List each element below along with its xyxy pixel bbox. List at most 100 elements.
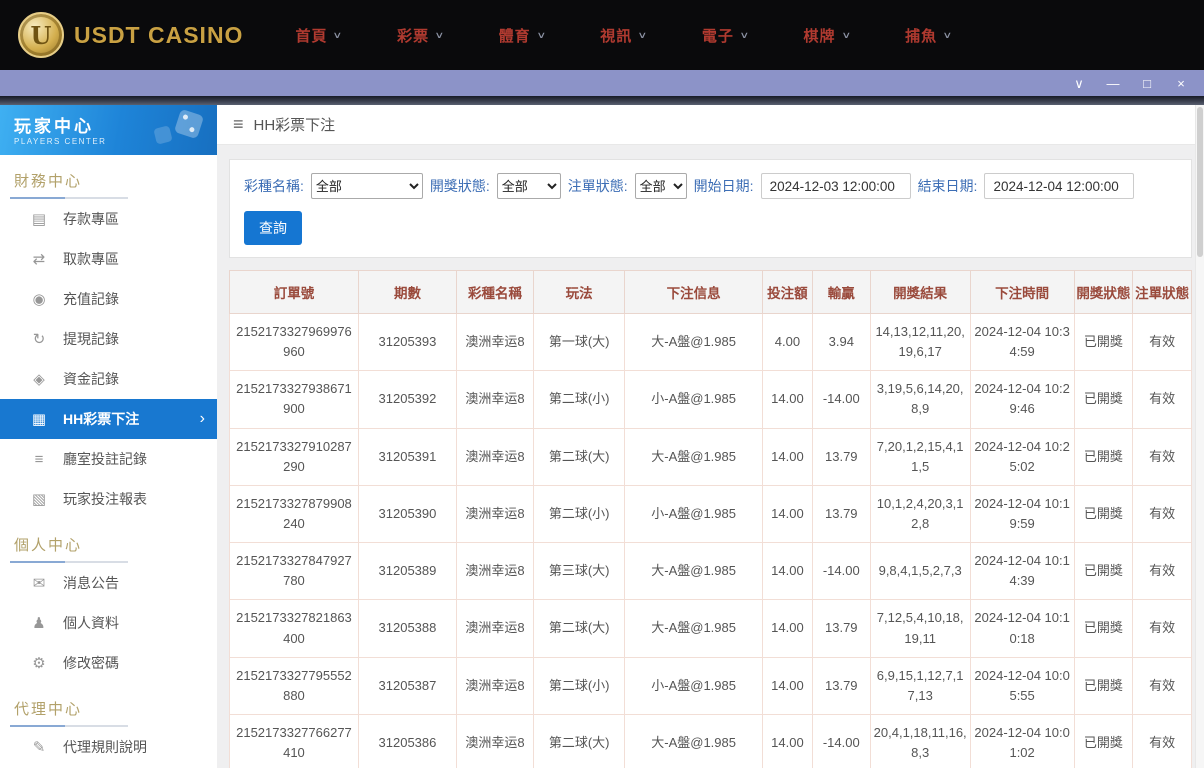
table-cell: 7,20,1,2,15,4,11,5	[869, 427, 971, 486]
start-date-input[interactable]	[760, 173, 911, 199]
sidebar-item[interactable]: ✎ 代理規則說明	[0, 727, 217, 767]
page-title: HH彩票下注	[253, 117, 336, 134]
scrollbar-thumb[interactable]	[1197, 107, 1203, 257]
table-cell: 第二球(小)	[532, 656, 626, 715]
logo-letter: U	[30, 20, 52, 50]
lottery-name-select[interactable]: 全部	[310, 173, 423, 199]
table-cell: 10,1,2,4,20,3,12,8	[869, 484, 971, 544]
close-icon[interactable]: ×	[1174, 77, 1188, 90]
titlebar-controls: ∨ — □ ×	[1072, 77, 1188, 90]
nav-item-5[interactable]: 電子 ∨	[701, 25, 750, 46]
table-cell: 有效	[1132, 427, 1192, 486]
draw-status-label: 開獎狀態:	[429, 178, 490, 194]
table-cell: 14.00	[761, 656, 813, 715]
table-cell: 14.00	[761, 427, 813, 486]
titlebar: ∨ — □ ×	[0, 70, 1204, 96]
table-cell: 14.00	[761, 599, 813, 658]
draw-status-select[interactable]: 全部	[496, 173, 561, 199]
lottery-bet-icon: ▦	[31, 411, 47, 428]
sidebar-item-label: HH彩票下注	[63, 411, 140, 427]
table-cell: 第二球(小)	[532, 370, 626, 429]
sidebar-item-label: 資金記錄	[63, 371, 119, 387]
sidebar-item-label: 個人資料	[63, 615, 119, 631]
sidebar-item[interactable]: ▦ HH彩票下注 ›	[0, 399, 217, 439]
nav-item-3[interactable]: 體育 ∨	[499, 25, 546, 46]
order-status-select[interactable]: 全部	[634, 173, 687, 199]
table-cell: 第二球(大)	[532, 427, 626, 486]
nav-item-1[interactable]: 首頁 ∨	[295, 25, 342, 46]
bets-table-panel: 訂單號 期數 彩種名稱 玩法 下注信息 投注額 輸贏 開獎結果 下注時間 開獎狀態 注單狀態 215…	[229, 270, 1192, 768]
start-date-label: 開始日期:	[693, 178, 754, 194]
sidebar-item[interactable]: ⚙ 修改密碼	[0, 643, 217, 683]
table-row: 2152173327910287290 31205391 澳洲幸运8 第二球(大) 大-…	[229, 427, 1192, 486]
column-header: 下注信息	[624, 270, 763, 314]
table-cell: 2152173327969976960	[229, 312, 359, 372]
table-cell: 14,13,12,11,20,19,6,17	[869, 312, 971, 372]
sidebar-item[interactable]: ♟ 個人資料	[0, 603, 217, 643]
table-cell: 13.79	[811, 656, 871, 715]
chevron-down-icon: ∨	[739, 29, 750, 40]
table-cell: 有效	[1132, 713, 1192, 768]
nav-item-6[interactable]: 棋牌 ∨	[804, 25, 851, 46]
table-cell: 小-A盤@1.985	[624, 484, 763, 544]
column-header: 彩種名稱	[456, 270, 534, 314]
table-cell: 已開獎	[1073, 656, 1134, 715]
section-heading: 代理中心	[0, 683, 217, 727]
nav-item-label: 電子	[701, 27, 734, 45]
section-heading-label: 個人中心	[14, 537, 83, 554]
collapse-icon[interactable]: ∨	[1072, 77, 1086, 90]
column-header: 期數	[357, 270, 458, 314]
sidebar-item[interactable]: ▤ 存款專區	[0, 199, 217, 239]
sidebar-item[interactable]: ⇄ 取款專區	[0, 239, 217, 279]
nav-item-2[interactable]: 彩票 ∨	[397, 25, 444, 46]
sidebar-item[interactable]: ≡ 廳室投註記錄	[0, 439, 217, 479]
table-cell: 14.00	[761, 370, 813, 429]
end-date-input[interactable]	[984, 173, 1135, 199]
sidebar-header: 玩家中心 PLAYERS CENTER	[0, 105, 217, 155]
table-cell: 有效	[1132, 542, 1192, 601]
sidebar-item[interactable]: ↻ 提現記錄	[0, 319, 217, 359]
table-cell: 31205392	[357, 370, 458, 429]
sidebar-item-label: 修改密碼	[63, 655, 119, 671]
table-cell: 2024-12-04 10:14:39	[969, 542, 1075, 601]
scrollbar[interactable]	[1195, 105, 1204, 768]
search-button[interactable]: 查詢	[244, 211, 302, 245]
main-content: ≡ HH彩票下注 彩種名稱: 全部 開獎狀態: 全部 注單狀態: 全部 開始日期…	[217, 105, 1204, 768]
table-cell: 3.94	[811, 312, 871, 372]
section-heading: 個人中心	[0, 519, 217, 563]
nav-item-label: 捕魚	[905, 27, 938, 45]
table-cell: 3,19,5,6,14,20,8,9	[869, 370, 971, 429]
table-header-row: 訂單號 期數 彩種名稱 玩法 下注信息 投注額 輸贏 開獎結果 下注時間 開獎狀態 注單狀態	[229, 270, 1192, 314]
doc-icon: ✎	[32, 739, 46, 756]
table-cell: 澳洲幸运8	[456, 713, 534, 768]
table-cell: 14.00	[761, 542, 813, 601]
sidebar-item[interactable]: ▧ 玩家投注報表	[0, 479, 217, 519]
logo[interactable]: U USDT CASINO	[18, 12, 243, 58]
nav-item-7[interactable]: 捕魚 ∨	[905, 25, 953, 46]
logo-text: USDT CASINO	[74, 21, 244, 48]
chevron-right-icon: ›	[199, 410, 205, 427]
table-cell: 2152173327910287290	[229, 427, 359, 486]
logo-icon: U	[18, 12, 64, 58]
table-cell: 大-A盤@1.985	[624, 312, 763, 372]
table-cell: 2152173327938671900	[229, 370, 359, 429]
table-cell: 已開獎	[1073, 427, 1134, 486]
sidebar-item[interactable]: ◉ 充值記錄	[0, 279, 217, 319]
table-cell: 2024-12-04 10:25:02	[969, 427, 1075, 486]
table-cell: 有效	[1132, 312, 1192, 372]
table-cell: -14.00	[811, 370, 871, 429]
sidebar-item-label: 玩家投注報表	[63, 491, 147, 507]
hamburger-icon[interactable]: ≡	[233, 114, 244, 135]
table-cell: 2024-12-04 10:29:46	[969, 370, 1075, 429]
table-cell: 31205386	[357, 713, 458, 768]
chevron-down-icon: ∨	[942, 29, 953, 40]
table-row: 2152173327879908240 31205390 澳洲幸运8 第二球(小) 小-…	[229, 484, 1192, 544]
sidebar-item-label: 存款專區	[63, 211, 119, 227]
minimize-icon[interactable]: —	[1106, 77, 1120, 90]
sidebar-item-label: 消息公告	[63, 575, 119, 591]
maximize-icon[interactable]: □	[1140, 77, 1154, 90]
sidebar-item[interactable]: ◈ 資金記錄	[0, 359, 217, 399]
sidebar-item-label: 代理規則說明	[63, 739, 147, 755]
nav-item-4[interactable]: 視訊 ∨	[600, 25, 647, 46]
sidebar-item[interactable]: ✉ 消息公告	[0, 563, 217, 603]
